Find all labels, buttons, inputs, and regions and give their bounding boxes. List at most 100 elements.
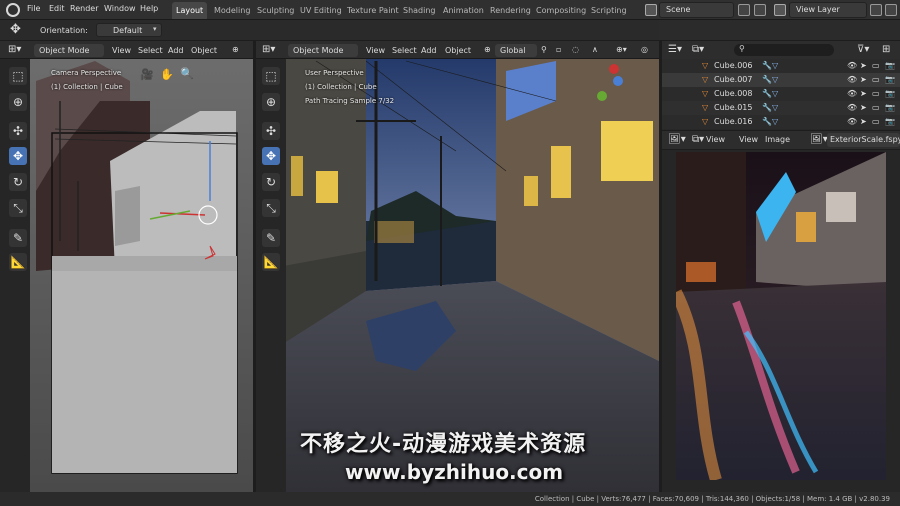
visibility-eye-icon[interactable]: 👁 bbox=[847, 73, 857, 87]
transform-space-dropdown[interactable]: Global bbox=[495, 44, 537, 57]
menu-select[interactable]: Select bbox=[138, 46, 163, 55]
tab-compositing[interactable]: Compositing bbox=[532, 2, 590, 19]
render-camera-icon[interactable]: 📷 bbox=[885, 73, 895, 87]
viewport-monitor-icon[interactable]: ▭ bbox=[872, 87, 880, 101]
visibility-eye-icon[interactable]: 👁 bbox=[847, 115, 857, 129]
tab-layout[interactable]: Layout bbox=[172, 2, 208, 19]
rotate-icon[interactable]: ↻ bbox=[9, 173, 27, 191]
view-layer-close-icon[interactable] bbox=[885, 4, 897, 16]
menu-view[interactable]: View bbox=[112, 46, 131, 55]
cursor-icon[interactable]: ⊕ bbox=[9, 93, 27, 111]
menu-render[interactable]: Render bbox=[70, 4, 98, 13]
menu-object[interactable]: Object bbox=[191, 46, 217, 55]
snap-icon[interactable]: ⚲ bbox=[541, 45, 547, 54]
outliner-row[interactable]: ▽ Cube.015 🔧▽ 👁 ➤ ▭ 📷 bbox=[662, 101, 900, 115]
display-mode-icon[interactable]: ⧉▾ bbox=[692, 44, 704, 55]
editor-type-icon[interactable]: ⊞▾ bbox=[8, 44, 21, 55]
image-editor-canvas[interactable] bbox=[662, 150, 900, 492]
annotate-icon[interactable]: ✎ bbox=[9, 229, 27, 247]
viewport-monitor-icon[interactable]: ▭ bbox=[872, 73, 880, 87]
tab-shading[interactable]: Shading bbox=[399, 2, 440, 19]
render-camera-icon[interactable]: 📷 bbox=[885, 115, 895, 129]
camera-icon[interactable]: 🎥 bbox=[140, 68, 154, 81]
snap-target-icon[interactable]: ▫ bbox=[556, 45, 561, 54]
move-icon[interactable]: ✣ bbox=[9, 122, 27, 140]
viewport-monitor-icon[interactable]: ▭ bbox=[872, 59, 880, 73]
visibility-eye-icon[interactable]: 👁 bbox=[847, 87, 857, 101]
visibility-eye-icon[interactable]: 👁 bbox=[847, 101, 857, 115]
outliner-row[interactable]: ▽ Cube.008 🔧▽ 👁 ➤ ▭ 📷 bbox=[662, 87, 900, 101]
outliner-row[interactable]: ▽ Cube.007 🔧▽ 👁 ➤ ▭ 📷 bbox=[662, 73, 900, 87]
menu-add[interactable]: Add bbox=[421, 46, 437, 55]
select-box-icon[interactable]: ⬚ bbox=[262, 67, 280, 85]
falloff-icon[interactable]: ∧ bbox=[592, 45, 598, 54]
scene-selector[interactable]: Scene bbox=[659, 2, 734, 18]
proportional-edit-icon[interactable]: ◌ bbox=[572, 45, 579, 54]
viewport-monitor-icon[interactable]: ▭ bbox=[872, 115, 880, 129]
new-collection-icon[interactable]: ⊞ bbox=[882, 44, 890, 55]
tab-rendering[interactable]: Rendering bbox=[486, 2, 535, 19]
blender-logo-icon[interactable] bbox=[6, 3, 20, 17]
menu-object[interactable]: Object bbox=[445, 46, 471, 55]
mode-dropdown[interactable]: Object Mode bbox=[288, 44, 358, 57]
select-box-icon[interactable]: ⬚ bbox=[9, 67, 27, 85]
rotate-icon[interactable]: ↻ bbox=[262, 173, 280, 191]
menu-view[interactable]: View bbox=[739, 135, 758, 144]
editor-type-icon[interactable]: 🖼▾ bbox=[668, 134, 686, 145]
orientation-dropdown[interactable]: Default ▾ bbox=[96, 23, 162, 37]
select-arrow-icon[interactable]: ➤ bbox=[860, 87, 867, 101]
editor-type-icon[interactable]: ☰▾ bbox=[668, 44, 682, 55]
transform-orientation-icon[interactable]: ⊕ bbox=[484, 45, 491, 54]
menu-add[interactable]: Add bbox=[168, 46, 184, 55]
render-camera-icon[interactable]: 📷 bbox=[885, 59, 895, 73]
measure-icon[interactable]: 📐 bbox=[9, 253, 27, 271]
tab-uv-editing[interactable]: UV Editing bbox=[296, 2, 346, 19]
mode-dropdown[interactable]: Object Mode bbox=[34, 44, 104, 57]
outliner-row[interactable]: ▽ Cube.016 🔧▽ 👁 ➤ ▭ 📷 bbox=[662, 115, 900, 129]
tab-sculpting[interactable]: Sculpting bbox=[253, 2, 298, 19]
outliner-row[interactable]: ▽ Cube.006 🔧▽ 👁 ➤ ▭ 📷 bbox=[662, 59, 900, 73]
transform-icon[interactable]: ✥ bbox=[9, 147, 27, 165]
menu-edit[interactable]: Edit bbox=[49, 4, 65, 13]
outliner-search-input[interactable]: ⚲ bbox=[734, 44, 834, 56]
tab-modeling[interactable]: Modeling bbox=[210, 2, 254, 19]
scene-copy-icon[interactable] bbox=[738, 4, 750, 16]
left-viewport[interactable]: ⬚ ⊕ ✣ ✥ ↻ ⤡ ✎ 📐 bbox=[0, 41, 253, 492]
move-icon[interactable]: ✣ bbox=[262, 122, 280, 140]
tab-animation[interactable]: Animation bbox=[439, 2, 488, 19]
scene-close-icon[interactable] bbox=[754, 4, 766, 16]
viewport-gizmo-icon[interactable]: ⊕▾ bbox=[616, 45, 627, 54]
annotate-icon[interactable]: ✎ bbox=[262, 229, 280, 247]
menu-view[interactable]: View bbox=[366, 46, 385, 55]
editor-type-icon[interactable]: ⊞▾ bbox=[262, 44, 275, 55]
transform-icon[interactable]: ✥ bbox=[262, 147, 280, 165]
image-name-field[interactable]: ExteriorScale.fspy bbox=[827, 133, 900, 147]
render-camera-icon[interactable]: 📷 bbox=[885, 101, 895, 115]
hand-pan-icon[interactable]: ✋ bbox=[160, 68, 174, 81]
render-camera-icon[interactable]: 📷 bbox=[885, 87, 895, 101]
view-layer-copy-icon[interactable] bbox=[870, 4, 882, 16]
view-mode-icon[interactable]: ⧉▾ bbox=[692, 134, 704, 145]
move-tool-icon[interactable]: ✥ bbox=[10, 22, 21, 37]
menu-view-mode[interactable]: View bbox=[706, 135, 725, 144]
image-browse-icon[interactable]: 🖼▾ bbox=[810, 134, 828, 145]
cursor-icon[interactable]: ⊕ bbox=[262, 93, 280, 111]
menu-image[interactable]: Image bbox=[765, 135, 790, 144]
tab-texture-paint[interactable]: Texture Paint bbox=[343, 2, 403, 19]
select-arrow-icon[interactable]: ➤ bbox=[860, 115, 867, 129]
view-layer-selector[interactable]: View Layer bbox=[789, 2, 867, 18]
scale-icon[interactable]: ⤡ bbox=[262, 199, 280, 217]
select-arrow-icon[interactable]: ➤ bbox=[860, 59, 867, 73]
menu-select[interactable]: Select bbox=[392, 46, 417, 55]
menu-window[interactable]: Window bbox=[104, 4, 136, 13]
filter-icon[interactable]: ⊽▾ bbox=[857, 44, 869, 55]
menu-file[interactable]: File bbox=[27, 4, 40, 13]
middle-viewport[interactable]: ⬚ ⊕ ✣ ✥ ↻ ⤡ ✎ 📐 bbox=[256, 41, 659, 492]
select-arrow-icon[interactable]: ➤ bbox=[860, 101, 867, 115]
scale-icon[interactable]: ⤡ bbox=[9, 199, 27, 217]
visibility-eye-icon[interactable]: 👁 bbox=[847, 59, 857, 73]
transform-orientation-icon[interactable]: ⊕ bbox=[232, 45, 239, 54]
viewport-monitor-icon[interactable]: ▭ bbox=[872, 101, 880, 115]
tab-scripting[interactable]: Scripting bbox=[587, 2, 631, 19]
overlays-icon[interactable]: ◎ bbox=[641, 45, 648, 54]
